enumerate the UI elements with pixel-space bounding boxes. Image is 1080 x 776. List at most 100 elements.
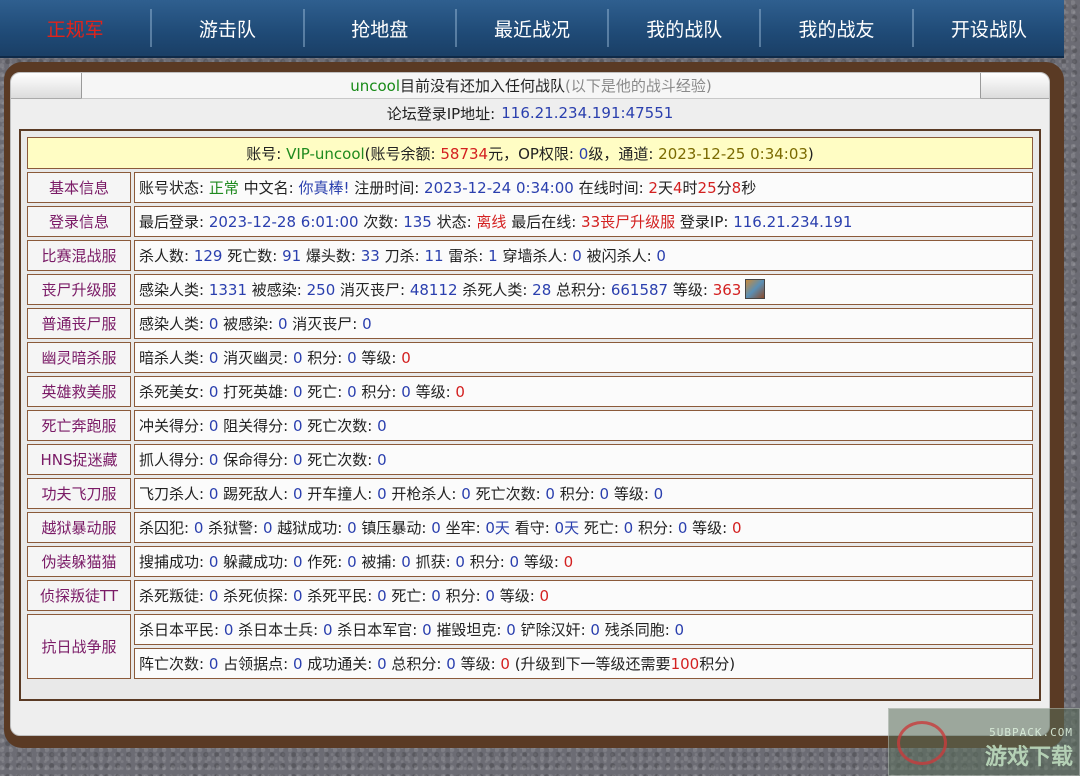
stat-value: 2023-12-24 0:34:00 (424, 179, 574, 197)
stat-label: 积分: (356, 383, 402, 401)
account-cell: 账号: VIP-uncool(账号余额: 58734元，OP权限: 0级，通道:… (27, 137, 1033, 169)
stat-label: 踢死敌人: (218, 485, 293, 503)
stat-value: 0 (572, 247, 582, 265)
nav-guerrilla[interactable]: 游击队 (152, 9, 305, 47)
stat-label: 杀人数: (139, 247, 194, 265)
stat-value: 0 (208, 485, 219, 503)
stat-value: 0 (292, 655, 303, 673)
nav-create-team[interactable]: 开设战队 (914, 9, 1064, 47)
row-label: 幽灵暗杀服 (27, 342, 131, 373)
stat-value: 0 (500, 655, 510, 673)
stat-value: 0 (461, 485, 471, 503)
stat-label: 杀死叛徒: (139, 587, 209, 605)
stat-label: 等级: (356, 349, 402, 367)
stat-value: 0 (292, 485, 303, 503)
nav-territory[interactable]: 抢地盘 (305, 9, 457, 47)
stat-label: 分 (716, 179, 732, 197)
stat-value: 0 (362, 315, 372, 333)
stat-label: 残杀同胞: (599, 621, 675, 639)
stat-value: 250 (306, 281, 336, 299)
stat-value: 离线 (476, 213, 507, 231)
table-row: 越狱暴动服 杀囚犯: 0 杀狱警: 0 越狱成功: 0 镇压暴动: 0 坐牢: 0… (27, 512, 1033, 543)
stat-label: 杀囚犯: (139, 519, 194, 537)
stat-label: 死亡数: (222, 247, 283, 265)
nav-my-friends[interactable]: 我的战友 (761, 9, 914, 47)
table-row: 幽灵暗杀服 暗杀人类: 0 消灭幽灵: 0 积分: 0 等级: 0 (27, 342, 1033, 373)
nav-my-team[interactable]: 我的战队 (609, 9, 762, 47)
stat-value: 0 (208, 451, 219, 469)
nav-regular-army[interactable]: 正规军 (0, 9, 153, 47)
stats-table: 账号: VIP-uncool(账号余额: 58734元，OP权限: 0级，通道:… (24, 134, 1036, 682)
stat-value: 2 (648, 179, 658, 197)
stat-value: 0 (208, 655, 219, 673)
stat-value: 2023-12-28 6:01:00 (208, 213, 359, 231)
row-values: 冲关得分: 0 阻关得分: 0 死亡次数: 0 (134, 410, 1033, 441)
main-frame: uncool 目前没有还加入任何战队 (以下是他的战斗经验) 论坛登录IP地址:… (4, 62, 1064, 748)
top-navigation: 正规军 游击队 抢地盘 最近战况 我的战队 我的战友 开设战队 (0, 0, 1064, 58)
table-row: 功夫飞刀服 飞刀杀人: 0 踢死敌人: 0 开车撞人: 0 开枪杀人: 0 死亡次… (27, 478, 1033, 509)
row-label: 越狱暴动服 (27, 512, 131, 543)
row-values: 杀囚犯: 0 杀狱警: 0 越狱成功: 0 镇压暴动: 0 坐牢: 0天 看守:… (134, 512, 1033, 543)
team-status-text: 目前没有还加入任何战队 (400, 77, 566, 95)
row-label: 侦探叛徒TT (27, 580, 131, 611)
stat-value: 0 (485, 587, 495, 605)
stat-value: 0 (431, 519, 441, 537)
nav-recent-battles[interactable]: 最近战况 (457, 9, 610, 47)
stat-label: 杀日本平民: (139, 621, 224, 639)
row-label: 死亡奔跑服 (27, 410, 131, 441)
stat-label: 死亡: (386, 587, 432, 605)
table-row: 基本信息 账号状态: 正常 中文名: 你真棒! 注册时间: 2023-12-24 … (27, 172, 1033, 203)
row-label: 登录信息 (27, 206, 131, 237)
stat-value: 0 (347, 349, 357, 367)
op-unit: 级，通道: (588, 144, 654, 163)
table-row: 普通丧尸服 感染人类: 0 被感染: 0 消灭丧尸: 0 (27, 308, 1033, 339)
stat-value: 0 (208, 315, 219, 333)
stat-label: 杀死人类: (457, 281, 533, 299)
stat-label: 被感染: (218, 315, 278, 333)
stat-label: 搜捕成功: (139, 553, 209, 571)
stat-value: 0 (599, 485, 610, 503)
stat-value: 0 (347, 553, 357, 571)
stat-value: 0 (347, 383, 357, 401)
stat-label: 成功通关: (302, 655, 378, 673)
stat-label: 爆头数: (301, 247, 361, 265)
balance-label: (账号余额: (364, 144, 436, 163)
stat-value: 8 (731, 179, 742, 197)
stat-label: 在线时间: (573, 179, 649, 197)
stat-value: 0 (563, 553, 574, 571)
stat-label: 镇压暴动: (356, 519, 432, 537)
stat-label: 死亡次数: (302, 451, 378, 469)
stat-value: 91 (282, 247, 302, 265)
row-values: 杀人数: 129 死亡数: 91 爆头数: 33 刀杀: 11 雷杀: 1 穿墙… (134, 240, 1033, 271)
stat-value: 0 (208, 383, 219, 401)
stat-label: 积分: (440, 587, 486, 605)
stat-value: 135 (403, 213, 432, 231)
stat-value: 0 (208, 587, 219, 605)
table-row: 抗日战争服 杀日本平民: 0 杀日本士兵: 0 杀日本军官: 0 摧毁坦克: 0… (27, 614, 1033, 679)
stat-value: 0 (377, 417, 387, 435)
stat-value: 0 (401, 349, 411, 367)
row-label: 伪装躲猫猫 (27, 546, 131, 577)
stat-label: 中文名: (238, 179, 299, 197)
stat-label: 抓人得分: (139, 451, 209, 469)
row-values: 暗杀人类: 0 消灭幽灵: 0 积分: 0 等级: 0 (134, 342, 1033, 373)
stat-label: 等级: (494, 587, 540, 605)
stat-label: 消灭丧尸: (335, 281, 410, 299)
stat-value: 0 (509, 553, 520, 571)
stat-label: 登录IP: (675, 213, 734, 231)
balance-unit: 元，OP权限: (488, 144, 574, 163)
stat-label: 状态: (431, 213, 477, 231)
stat-value: 0 (623, 519, 634, 537)
row-values: 感染人类: 0 被感染: 0 消灭丧尸: 0 (134, 308, 1033, 339)
stat-value: 0 (674, 621, 685, 639)
row-values: 账号状态: 正常 中文名: 你真棒! 注册时间: 2023-12-24 0:34… (134, 172, 1033, 203)
level-avatar-icon (745, 279, 766, 299)
stat-value: 0 (193, 519, 204, 537)
table-row: 伪装躲猫猫 搜捕成功: 0 躲藏成功: 0 作死: 0 被捕: 0 抓获: 0 积… (27, 546, 1033, 577)
stat-value: 0 (208, 553, 219, 571)
stat-value: 0 (208, 417, 219, 435)
stat-label: 穿墙杀人: (497, 247, 573, 265)
stat-label: 占领据点: (218, 655, 293, 673)
stat-value: 0 (377, 655, 387, 673)
stat-label: 杀日本军官: (332, 621, 423, 639)
